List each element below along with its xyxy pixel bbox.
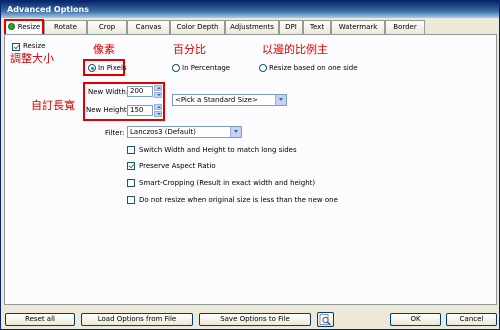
tab-bar: Resize Rotate Crop Canvas Color Depth Ad… xyxy=(4,19,498,36)
preserve-aspect-checkbox[interactable] xyxy=(127,162,135,170)
chevron-down-icon[interactable] xyxy=(275,95,286,105)
spin-down-icon[interactable] xyxy=(154,111,162,117)
one-side-label: Resize based on one side xyxy=(269,64,358,72)
save-options-button[interactable]: Save Options to File xyxy=(199,313,311,326)
width-label: New Width: xyxy=(88,88,129,96)
tab-crop[interactable]: Crop xyxy=(87,20,127,34)
standard-size-select[interactable]: <Pick a Standard Size> xyxy=(172,94,287,106)
in-pixels-label: In Pixels xyxy=(98,64,127,72)
window-title: Advanced Options xyxy=(1,1,499,18)
green-status-icon xyxy=(7,23,15,30)
ok-button[interactable]: OK xyxy=(390,313,441,326)
tab-watermark[interactable]: Watermark xyxy=(331,20,385,34)
tab-rotate[interactable]: Rotate xyxy=(44,20,87,34)
tab-dpi[interactable]: DPI xyxy=(279,20,303,34)
spin-down-icon[interactable] xyxy=(154,92,162,98)
preview-button[interactable] xyxy=(317,312,334,327)
tab-color-depth[interactable]: Color Depth xyxy=(170,20,225,34)
tab-adjustments[interactable]: Adjustments xyxy=(225,20,279,34)
cancel-button[interactable]: Cancel xyxy=(446,313,497,326)
tab-text[interactable]: Text xyxy=(303,20,331,34)
tab-resize-label: Resize xyxy=(17,23,41,31)
in-percentage-label: In Percentage xyxy=(182,64,231,72)
no-upscale-checkbox[interactable] xyxy=(127,196,135,204)
tab-canvas[interactable]: Canvas xyxy=(127,20,170,34)
spin-up-icon[interactable] xyxy=(154,104,162,110)
annotation-resize: 調整大小 xyxy=(10,52,54,65)
filter-select[interactable]: Lanczos3 (Default) xyxy=(127,126,242,138)
chevron-down-icon[interactable] xyxy=(230,127,241,137)
annotation-pixels: 像素 xyxy=(93,43,115,56)
height-field[interactable]: 150 xyxy=(127,105,153,116)
height-label: New Height: xyxy=(86,106,129,114)
resize-checkbox-label: Resize xyxy=(23,42,46,50)
tab-border[interactable]: Border xyxy=(385,20,425,34)
preserve-aspect-label: Preserve Aspect Ratio xyxy=(139,162,216,170)
reset-all-button[interactable]: Reset all xyxy=(5,313,75,326)
annotation-one-side: 以邊的比例主 xyxy=(262,43,328,56)
preview-magnifier-icon xyxy=(319,314,331,326)
height-spinner[interactable] xyxy=(154,104,162,117)
load-options-button[interactable]: Load Options from File xyxy=(81,313,193,326)
annotation-percentage: 百分比 xyxy=(173,43,206,56)
filter-label: Filter: xyxy=(105,129,125,137)
resize-panel: Resize 調整大小 像素 In Pixels 百分比 In Percenta… xyxy=(4,34,497,305)
spin-up-icon[interactable] xyxy=(154,85,162,91)
one-side-radio[interactable] xyxy=(259,64,267,72)
switch-sides-checkbox[interactable] xyxy=(127,146,135,154)
annotation-custom: 自訂長寬 xyxy=(31,99,75,112)
switch-sides-label: Switch Width and Height to match long si… xyxy=(139,146,297,154)
width-field[interactable]: 200 xyxy=(127,86,153,97)
smart-cropping-label: Smart-Cropping (Result in exact width an… xyxy=(139,179,316,187)
standard-size-value: <Pick a Standard Size> xyxy=(175,96,258,104)
width-spinner[interactable] xyxy=(154,85,162,98)
advanced-options-window: Advanced Options Resize Rotate Crop Canv… xyxy=(0,0,500,330)
in-percentage-radio[interactable] xyxy=(172,64,180,72)
no-upscale-label: Do not resize when original size is less… xyxy=(139,196,338,204)
in-pixels-radio[interactable] xyxy=(88,64,96,72)
filter-value: Lanczos3 (Default) xyxy=(130,128,196,136)
smart-cropping-checkbox[interactable] xyxy=(127,179,135,187)
